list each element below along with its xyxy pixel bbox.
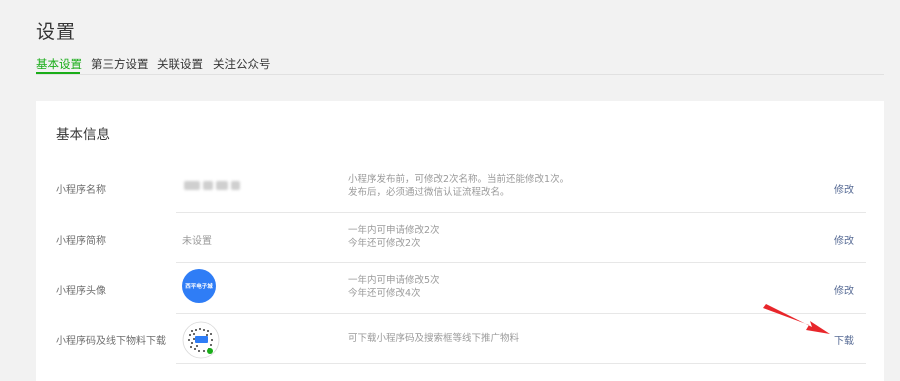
- basic-info-card: 基本信息 小程序名称 小程序发布前，可修改2次名称。当前还能修改1次。 发布后，…: [36, 101, 884, 381]
- active-tab-indicator: [36, 72, 80, 74]
- row-description-line: 一年内可申请修改2次: [348, 225, 440, 236]
- row-description-line: 可下载小程序码及搜索框等线下推广物料: [348, 333, 520, 344]
- row-divider: [176, 363, 866, 364]
- download-materials-link[interactable]: 下载: [834, 332, 854, 347]
- row-description-line: 今年还可修改4次: [348, 288, 421, 299]
- row-description-line: 小程序发布前，可修改2次名称。当前还能修改1次。: [348, 174, 570, 185]
- row-label: 小程序简称: [56, 236, 106, 247]
- row-description-line: 一年内可申请修改5次: [348, 275, 440, 286]
- modify-short-name-link[interactable]: 修改: [834, 232, 854, 247]
- tab-basic-settings[interactable]: 基本设置: [36, 56, 82, 72]
- section-title: 基本信息: [56, 127, 110, 143]
- page-title: 设置: [36, 21, 77, 43]
- tab-association-settings[interactable]: 关联设置: [157, 56, 203, 72]
- avatar-text: 西平电子城: [185, 284, 213, 290]
- mini-program-code-icon: [182, 321, 220, 359]
- row-divider: [176, 313, 866, 314]
- row-divider: [176, 262, 866, 263]
- modify-name-link[interactable]: 修改: [834, 181, 854, 196]
- modify-avatar-link[interactable]: 修改: [834, 282, 854, 297]
- settings-tabs: 基本设置 第三方设置 关联设置 关注公众号: [36, 56, 884, 75]
- row-label: 小程序头像: [56, 286, 106, 297]
- row-description-line: 今年还可修改2次: [348, 238, 421, 249]
- avatar: 西平电子城: [182, 269, 216, 303]
- row-label: 小程序码及线下物料下载: [56, 336, 166, 347]
- blurred-app-name: [184, 178, 242, 192]
- row-label: 小程序名称: [56, 185, 106, 196]
- row-value: 未设置: [182, 236, 212, 247]
- tab-follow-official-account[interactable]: 关注公众号: [213, 56, 271, 72]
- row-divider: [176, 212, 866, 213]
- row-description-line: 发布后，必须通过微信认证流程改名。: [348, 187, 510, 198]
- tab-third-party-settings[interactable]: 第三方设置: [91, 56, 149, 72]
